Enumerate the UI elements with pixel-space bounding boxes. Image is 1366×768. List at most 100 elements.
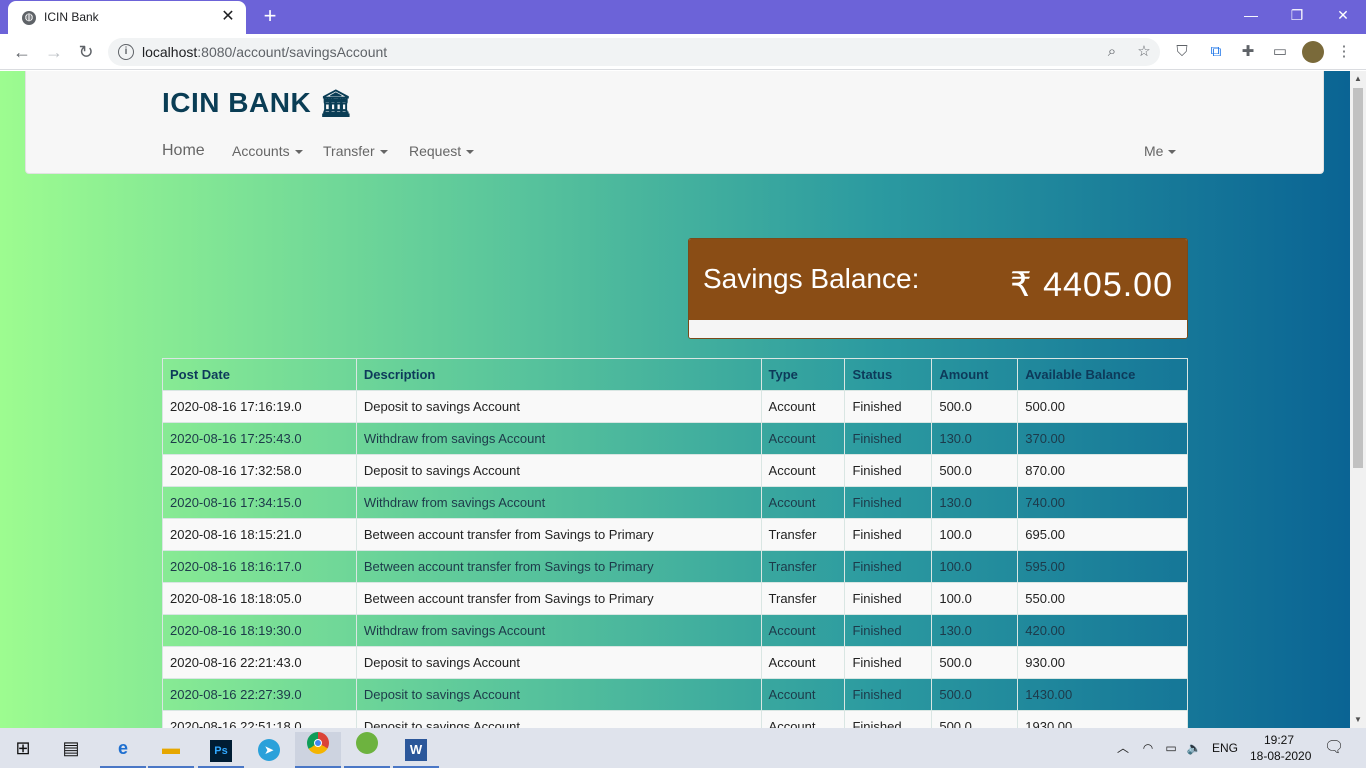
col-header-available-balance[interactable]: Available Balance — [1017, 358, 1188, 391]
table-row: 2020-08-16 18:18:05.0 Between account tra… — [162, 582, 1188, 615]
photoshop-icon[interactable]: Ps — [198, 732, 244, 768]
cell-available-balance: 1930.00 — [1017, 710, 1188, 728]
cell-status: Finished — [844, 550, 933, 583]
table-row: 2020-08-16 22:21:43.0 Deposit to savings … — [162, 646, 1188, 679]
nav-transfer-dropdown[interactable]: Transfer — [323, 143, 388, 159]
task-view-icon[interactable]: ▤ — [48, 732, 94, 768]
cast-icon[interactable]: ▭ — [1270, 42, 1290, 62]
page-scrollbar[interactable]: ▲ ▼ — [1350, 71, 1366, 728]
nav-accounts-dropdown[interactable]: Accounts — [232, 143, 303, 159]
cell-type: Account — [760, 710, 846, 728]
cell-status: Finished — [844, 710, 933, 728]
table-row: 2020-08-16 18:15:21.0 Between account tra… — [162, 518, 1188, 551]
tray-chevron-up-icon[interactable]: ︿ — [1115, 740, 1131, 756]
new-tab-button[interactable]: + — [258, 5, 282, 29]
bookmark-star-icon[interactable]: ☆ — [1134, 42, 1154, 62]
edge-icon[interactable]: e — [100, 732, 146, 768]
balance-footer — [689, 320, 1187, 338]
url-text[interactable]: localhost:8080/account/savingsAccount — [142, 44, 387, 60]
cell-available-balance: 420.00 — [1017, 614, 1188, 647]
battery-icon[interactable]: ▭ — [1163, 740, 1179, 756]
cell-type: Account — [760, 486, 846, 519]
tab-title: ICIN Bank — [44, 10, 99, 24]
browser-toolbar: ← → ↻ i localhost:8080/account/savingsAc… — [0, 34, 1366, 70]
savings-balance-card: Savings Balance: ₹ 4405.00 — [688, 238, 1188, 339]
table-row: 2020-08-16 22:51:18.0 Deposit to savings … — [162, 710, 1188, 728]
cell-amount: 500.0 — [931, 678, 1019, 711]
col-header-description[interactable]: Description — [355, 358, 762, 391]
cell-amount: 100.0 — [931, 582, 1019, 615]
file-explorer-icon[interactable]: ▬ — [148, 732, 194, 768]
table-row: 2020-08-16 18:16:17.0 Between account tra… — [162, 550, 1188, 583]
restore-icon[interactable]: ❐ — [1274, 4, 1320, 28]
chrome-icon[interactable] — [295, 732, 341, 768]
cell-amount: 130.0 — [931, 486, 1019, 519]
word-icon[interactable]: W — [393, 732, 439, 768]
clock-date[interactable]: 18-08-2020 — [1250, 749, 1311, 763]
scroll-up-arrow-icon[interactable]: ▲ — [1350, 71, 1366, 87]
more-menu-icon[interactable]: ⋮ — [1334, 42, 1354, 62]
windows-start-icon[interactable]: ⊞ — [0, 732, 46, 768]
extensions-puzzle-icon[interactable]: ✚ — [1238, 42, 1258, 62]
spring-tool-icon[interactable] — [344, 732, 390, 768]
cell-post-date: 2020-08-16 18:15:21.0 — [162, 518, 357, 551]
cell-description: Withdraw from savings Account — [355, 422, 762, 455]
col-header-status[interactable]: Status — [844, 358, 933, 391]
site-info-icon[interactable]: i — [118, 44, 134, 60]
nav-request-dropdown[interactable]: Request — [409, 143, 475, 159]
minimize-icon[interactable]: — — [1228, 4, 1274, 28]
windows-taskbar: ⊞ ▤ e ▬ Ps ➤ W ︿ ◠ ▭ 🔈 ENG 19:27 18-08-2… — [0, 728, 1366, 768]
cell-status: Finished — [844, 646, 933, 679]
cell-status: Finished — [844, 582, 933, 615]
cell-amount: 100.0 — [931, 518, 1019, 551]
close-window-icon[interactable]: ✕ — [1320, 4, 1366, 28]
cell-amount: 130.0 — [931, 614, 1019, 647]
browser-tab[interactable]: ◍ ICIN Bank ✕ — [8, 1, 246, 34]
forward-icon[interactable]: → — [42, 40, 66, 64]
col-header-amount[interactable]: Amount — [931, 358, 1019, 391]
cell-type: Account — [760, 454, 846, 487]
cell-amount: 500.0 — [931, 646, 1019, 679]
nav-home-link[interactable]: Home — [162, 142, 205, 160]
table-row: 2020-08-16 17:16:19.0 Deposit to savings … — [162, 390, 1188, 423]
cell-description: Between account transfer from Savings to… — [355, 518, 762, 551]
cell-amount: 100.0 — [931, 550, 1019, 583]
bank-building-icon: 🏛 — [319, 88, 353, 118]
notification-center-icon[interactable]: 🗨 — [1324, 740, 1344, 756]
close-tab-icon[interactable]: ✕ — [218, 7, 238, 27]
nav-me-dropdown[interactable]: Me — [1144, 143, 1177, 159]
cell-status: Finished — [844, 614, 933, 647]
address-bar[interactable]: i localhost:8080/account/savingsAccount … — [108, 38, 1160, 66]
table-body: 2020-08-16 17:16:19.0 Deposit to savings … — [162, 390, 1188, 728]
scroll-down-arrow-icon[interactable]: ▼ — [1350, 712, 1366, 728]
language-indicator[interactable]: ENG — [1212, 741, 1238, 755]
cell-available-balance: 550.00 — [1017, 582, 1188, 615]
telegram-icon[interactable]: ➤ — [246, 732, 292, 768]
caret-down-icon — [379, 150, 388, 155]
zoom-icon[interactable]: ⌕ — [1102, 42, 1122, 62]
cell-type: Transfer — [760, 582, 846, 615]
brand-logo[interactable]: ICIN BANK 🏛 — [162, 87, 353, 119]
cell-amount: 500.0 — [931, 454, 1019, 487]
network-icon[interactable]: ◠ — [1140, 740, 1156, 756]
table-header-row: Post Date Description Type Status Amount… — [162, 358, 1188, 391]
cell-post-date: 2020-08-16 17:32:58.0 — [162, 454, 357, 487]
cell-type: Account — [760, 390, 846, 423]
volume-icon[interactable]: 🔈 — [1186, 740, 1202, 756]
profile-avatar[interactable] — [1302, 41, 1324, 63]
col-header-post-date[interactable]: Post Date — [162, 358, 357, 391]
col-header-type[interactable]: Type — [760, 358, 846, 391]
scroll-thumb[interactable] — [1353, 88, 1363, 468]
cell-description: Between account transfer from Savings to… — [355, 550, 762, 583]
clock-time[interactable]: 19:27 — [1264, 733, 1294, 747]
translate-extension-icon[interactable]: ⧉ — [1206, 42, 1226, 62]
cell-post-date: 2020-08-16 18:19:30.0 — [162, 614, 357, 647]
cell-description: Withdraw from savings Account — [355, 614, 762, 647]
cell-status: Finished — [844, 390, 933, 423]
cell-available-balance: 870.00 — [1017, 454, 1188, 487]
back-icon[interactable]: ← — [10, 40, 34, 64]
reload-icon[interactable]: ↻ — [74, 40, 98, 64]
cell-post-date: 2020-08-16 22:51:18.0 — [162, 710, 357, 728]
balance-label: Savings Balance: — [703, 263, 920, 294]
shield-extension-icon[interactable]: ⛉ — [1172, 42, 1192, 62]
